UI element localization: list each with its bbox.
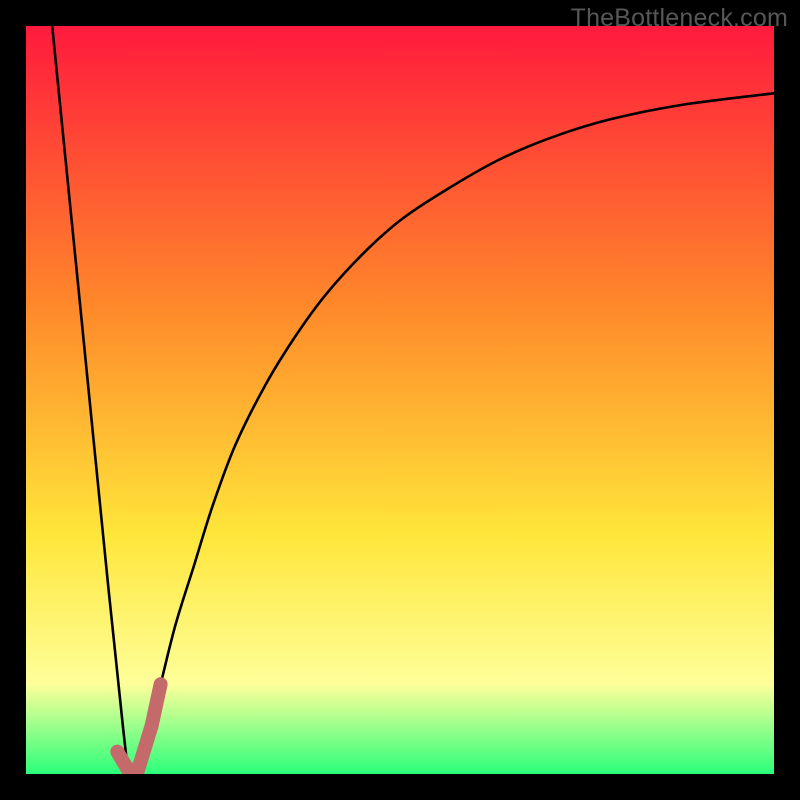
chart-frame: TheBottleneck.com bbox=[0, 0, 800, 800]
watermark-text: TheBottleneck.com bbox=[571, 4, 788, 33]
plot-area bbox=[26, 26, 774, 774]
gradient-background bbox=[26, 26, 774, 774]
chart-svg bbox=[26, 26, 774, 774]
